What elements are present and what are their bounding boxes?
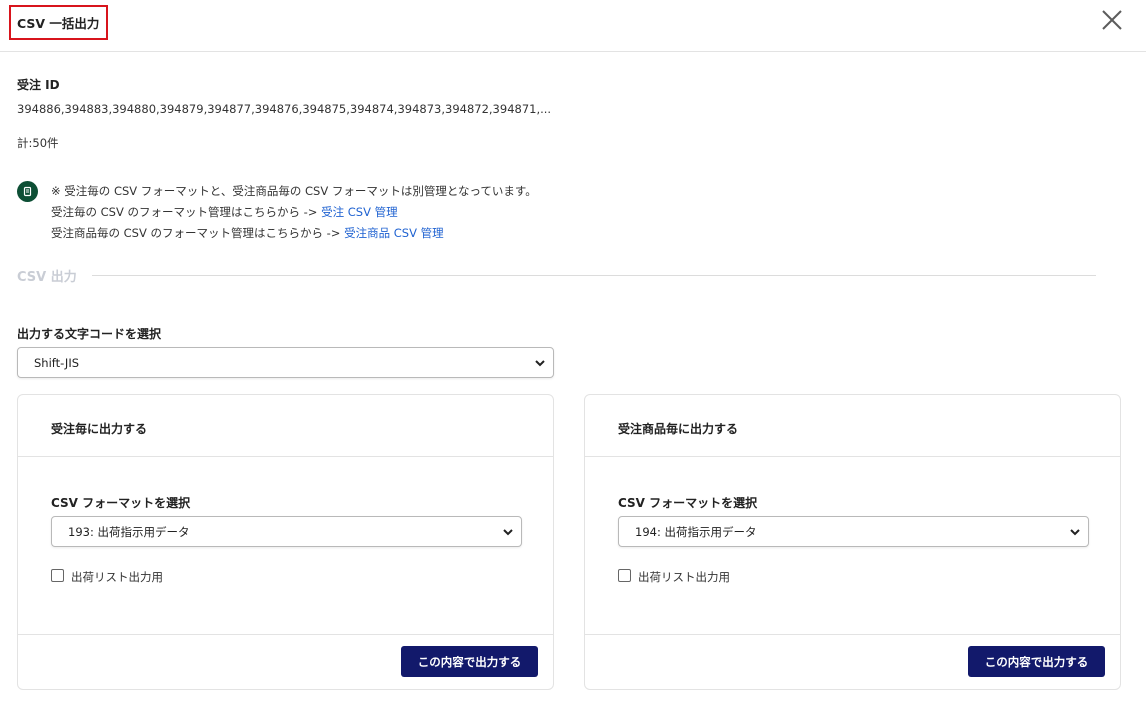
close-icon[interactable] xyxy=(1100,8,1124,32)
csv-format-label: CSV フォーマットを選択 xyxy=(51,496,191,510)
format-select-value: 194: 出荷指示用データ xyxy=(635,524,757,539)
notice-line-2-text: 受注毎の CSV のフォーマット管理はこちらから -> xyxy=(51,205,318,219)
order-total-count: 計:50件 xyxy=(17,136,59,150)
chevron-down-icon xyxy=(1070,529,1080,536)
order-csv-format-select[interactable]: 193: 出荷指示用データ xyxy=(51,516,522,547)
card-title: 受注毎に出力する xyxy=(51,422,148,436)
card-footer-divider xyxy=(18,634,553,635)
shipping-list-checkbox-label: 出荷リスト出力用 xyxy=(638,570,730,584)
csv-format-label: CSV フォーマットを選択 xyxy=(618,496,758,510)
notice-line-3: 受注商品毎の CSV のフォーマット管理はこちらから -> 受注商品 CSV 管… xyxy=(51,223,537,244)
modal-header: CSV 一括出力 xyxy=(0,0,1146,52)
notice-line-2: 受注毎の CSV のフォーマット管理はこちらから -> 受注 CSV 管理 xyxy=(51,202,537,223)
order-id-list: 394886,394883,394880,394879,394877,39487… xyxy=(17,102,552,116)
notice-line-1: ※ 受注毎の CSV フォーマットと、受注商品毎の CSV フォーマットは別管理… xyxy=(51,184,537,198)
export-order-csv-button[interactable]: この内容で出力する xyxy=(401,646,538,677)
encoding-select-value: Shift-JIS xyxy=(34,355,80,370)
shipping-list-checkbox[interactable] xyxy=(51,569,64,582)
encoding-select[interactable]: Shift-JIS xyxy=(17,347,554,378)
card-header: 受注毎に出力する xyxy=(18,395,553,457)
card-header: 受注商品毎に出力する xyxy=(585,395,1120,457)
order-item-csv-format-select[interactable]: 194: 出荷指示用データ xyxy=(618,516,1089,547)
order-item-csv-card: 受注商品毎に出力する CSV フォーマットを選択 194: 出荷指示用データ 出… xyxy=(584,394,1121,690)
order-item-csv-management-link[interactable]: 受注商品 CSV 管理 xyxy=(344,226,444,240)
csv-output-section-title: CSV 出力 xyxy=(17,270,77,285)
shipping-list-checkbox-label: 出荷リスト出力用 xyxy=(71,570,163,584)
title-highlight-box: CSV 一括出力 xyxy=(9,5,108,40)
order-id-label: 受注 ID xyxy=(17,78,60,92)
modal-title: CSV 一括出力 xyxy=(17,16,100,31)
format-select-value: 193: 出荷指示用データ xyxy=(68,524,190,539)
notice-line-3-text: 受注商品毎の CSV のフォーマット管理はこちらから -> xyxy=(51,226,341,240)
chevron-down-icon xyxy=(535,360,545,367)
csv-format-notice: ※ 受注毎の CSV フォーマットと、受注商品毎の CSV フォーマットは別管理… xyxy=(51,181,537,244)
order-csv-card: 受注毎に出力する CSV フォーマットを選択 193: 出荷指示用データ 出荷リ… xyxy=(17,394,554,690)
section-divider xyxy=(92,275,1096,276)
shipping-list-checkbox[interactable] xyxy=(618,569,631,582)
export-order-item-csv-button[interactable]: この内容で出力する xyxy=(968,646,1105,677)
order-csv-management-link[interactable]: 受注 CSV 管理 xyxy=(321,205,398,219)
info-icon xyxy=(17,181,38,202)
card-footer-divider xyxy=(585,634,1120,635)
chevron-down-icon xyxy=(503,529,513,536)
encoding-label: 出力する文字コードを選択 xyxy=(17,327,162,341)
card-title: 受注商品毎に出力する xyxy=(618,422,739,436)
